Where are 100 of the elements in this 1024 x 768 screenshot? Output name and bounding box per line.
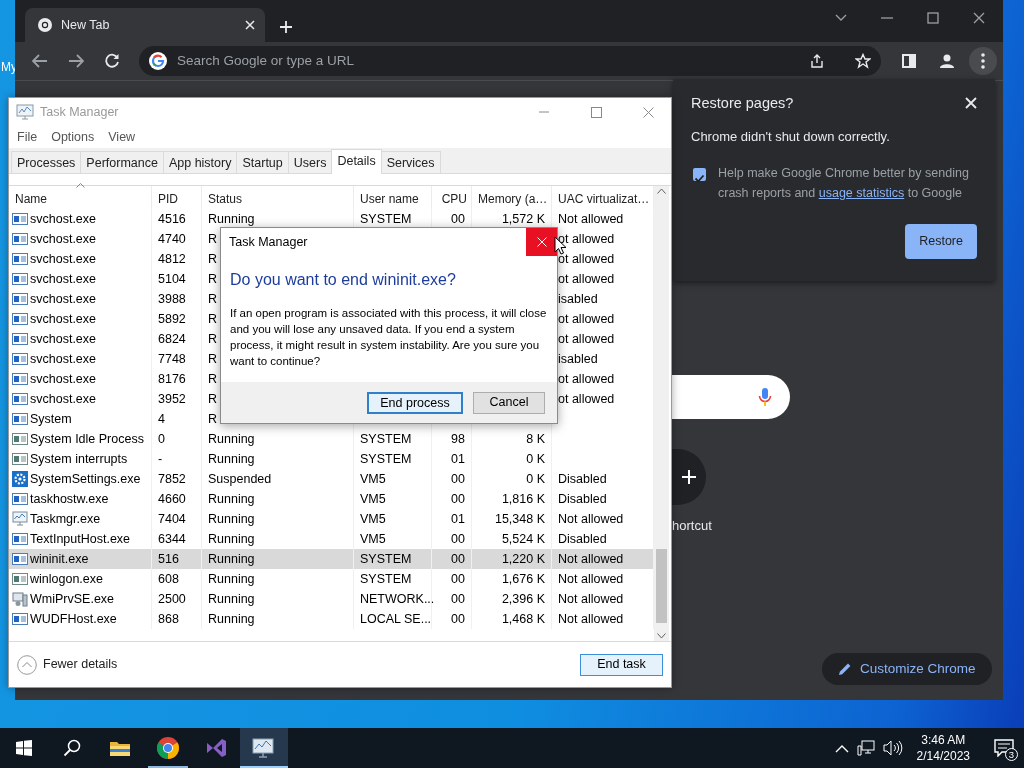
table-cell-text: 1,468 K: [501, 610, 545, 628]
checkbox[interactable]: [693, 168, 706, 182]
window-icon: [12, 291, 28, 307]
tab[interactable]: Details: [331, 149, 382, 174]
forward-icon[interactable]: [68, 54, 84, 68]
network-icon[interactable]: [856, 740, 875, 756]
back-icon[interactable]: [32, 54, 48, 68]
table-cell-text: 1,676 K: [501, 570, 545, 588]
table-cell-text: R: [208, 370, 218, 388]
browser-tab[interactable]: New Tab: [25, 8, 265, 42]
close-icon[interactable]: [973, 12, 985, 24]
table-cell-text: Not allowed: [558, 550, 624, 568]
table-cell[interactable]: svchost.exe: [30, 289, 96, 309]
table-cell-text: 00: [451, 590, 465, 608]
table-cell-text: Running: [208, 550, 255, 568]
table-cell[interactable]: WmiPrvSE.exe: [30, 589, 115, 609]
maximize-icon[interactable]: [927, 12, 939, 24]
link[interactable]: usage statistics: [818, 186, 905, 201]
table-cell[interactable]: svchost.exe: [30, 249, 96, 269]
table-cell-text: Not allowed: [558, 210, 624, 228]
volume-icon[interactable]: [882, 740, 903, 756]
window-icon: [12, 271, 28, 287]
table-cell[interactable]: svchost.exe: [30, 369, 96, 389]
table-cell-text: VM5: [360, 490, 386, 508]
taskbar-app[interactable]: [240, 728, 288, 768]
table-cell[interactable]: SystemSettings.exe: [30, 469, 141, 489]
scrollbar[interactable]: [654, 186, 669, 641]
window-icon: [12, 251, 28, 267]
table-cell[interactable]: Taskmgr.exe: [30, 509, 101, 529]
clock-date[interactable]: 2/14/2023: [916, 748, 970, 764]
share-icon[interactable]: [809, 53, 825, 69]
column-header[interactable]: Status: [202, 186, 354, 209]
table-cell[interactable]: svchost.exe: [30, 349, 96, 369]
cancel-button[interactable]: Cancel: [473, 391, 545, 414]
close-button[interactable]: [526, 228, 557, 256]
table-cell-text: ot allowed: [558, 250, 615, 268]
tab[interactable]: App history: [162, 151, 238, 173]
plus-icon[interactable]: [279, 20, 293, 34]
column-header[interactable]: Name: [9, 186, 152, 209]
table-cell-text: isabled: [558, 290, 598, 308]
table-cell[interactable]: svchost.exe: [30, 269, 96, 289]
column-header[interactable]: CPU: [432, 186, 472, 209]
add-button[interactable]: [672, 449, 706, 505]
table-cell-text: 00: [451, 550, 465, 568]
fewer-details-button[interactable]: Fewer details: [17, 654, 118, 675]
window-icon: [12, 431, 28, 447]
table-cell-text: Not allowed: [558, 610, 624, 628]
tab[interactable]: Processes: [11, 151, 82, 173]
table-cell-text: R: [208, 350, 218, 368]
end-task-button[interactable]: End task: [580, 653, 663, 676]
tab[interactable]: Startup: [236, 151, 289, 173]
table-cell[interactable]: System Idle Process: [30, 429, 144, 449]
column-header[interactable]: PID: [152, 186, 202, 209]
notification-icon[interactable]: [994, 739, 1014, 757]
restore-button[interactable]: Restore: [905, 224, 977, 259]
table-cell[interactable]: svchost.exe: [30, 309, 96, 329]
table-cell[interactable]: taskhostw.exe: [30, 489, 109, 509]
column-header[interactable]: User name: [354, 186, 432, 209]
table-cell-text: SYSTEM: [360, 570, 412, 588]
menu-icon[interactable]: [969, 47, 997, 75]
table-cell[interactable]: svchost.exe: [30, 229, 96, 249]
table-cell[interactable]: svchost.exe: [30, 209, 96, 229]
table-cell-text: 7404: [158, 510, 186, 528]
clock-time[interactable]: 3:46 AM: [916, 732, 970, 748]
table-cell[interactable]: svchost.exe: [30, 329, 96, 349]
table-cell[interactable]: System interrupts: [30, 449, 128, 469]
table-cell[interactable]: System: [30, 409, 72, 429]
computer-icon: [12, 591, 28, 607]
table-cell[interactable]: svchost.exe: [30, 389, 96, 409]
profile-icon[interactable]: [939, 53, 955, 69]
tab[interactable]: Services: [380, 151, 441, 173]
scroll-down-icon[interactable]: [657, 633, 666, 639]
table-cell-text: SYSTEM: [360, 450, 412, 468]
table-cell-text: R: [208, 310, 218, 328]
search-field[interactable]: [672, 375, 790, 419]
window-icon: [12, 551, 28, 567]
maximize-icon[interactable]: [590, 106, 602, 118]
table-cell[interactable]: TextInputHost.exe: [30, 529, 131, 549]
customize-button[interactable]: Customize Chrome: [822, 653, 992, 685]
table-cell-text: 3952: [158, 390, 186, 408]
scroll-thumb[interactable]: [656, 549, 667, 623]
table-cell-text: R: [208, 390, 218, 408]
menu-item[interactable]: Options: [51, 127, 95, 147]
column-header[interactable]: Memory (a…: [472, 186, 552, 209]
star-icon[interactable]: [855, 53, 871, 69]
menu-item[interactable]: File: [17, 127, 38, 147]
checkbox-label: Help make Google Chrome better by sending crash reports and usage statistics to Google: [718, 165, 970, 203]
microphone-icon[interactable]: [758, 387, 772, 407]
address-bar[interactable]: Search Google or type a URL: [139, 46, 881, 76]
end-process-button[interactable]: End process: [367, 391, 463, 414]
caret-down-icon[interactable]: [835, 14, 847, 22]
scroll-up-icon[interactable]: [657, 188, 666, 194]
menu-item[interactable]: View: [108, 127, 136, 147]
reload-icon[interactable]: [104, 53, 120, 69]
address-field[interactable]: Search Google or type a URL: [175, 49, 801, 73]
chevron-up-icon[interactable]: [834, 743, 849, 753]
table-cell[interactable]: WUDFHost.exe: [30, 609, 117, 629]
table-cell[interactable]: winlogon.exe: [30, 569, 103, 589]
side-panel-icon[interactable]: [902, 54, 916, 68]
table-cell-text: R: [208, 290, 218, 308]
